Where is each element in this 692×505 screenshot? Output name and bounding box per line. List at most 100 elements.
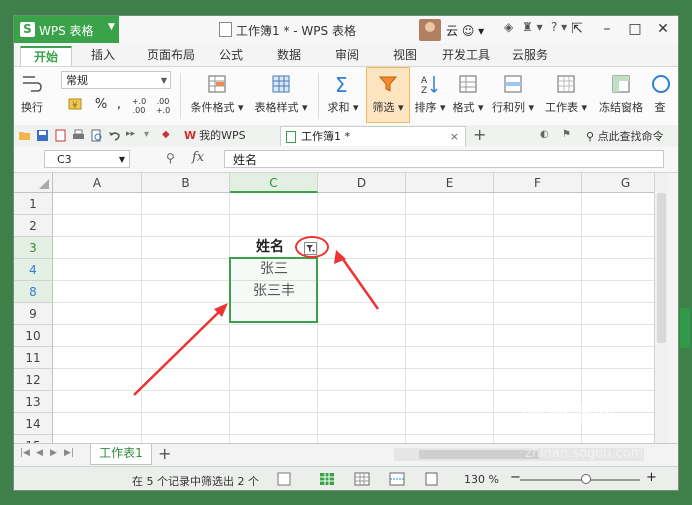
- tab-insert[interactable]: 插入: [78, 46, 128, 66]
- close-button[interactable]: ✕: [649, 18, 677, 40]
- zoom-in-button[interactable]: +: [646, 470, 657, 485]
- tab-formulas[interactable]: 公式: [206, 46, 256, 66]
- record-icon[interactable]: [276, 472, 292, 486]
- user-name[interactable]: 云 ☺ ▾: [446, 22, 484, 39]
- watermark: 搜狗指南: [520, 401, 616, 429]
- command-search[interactable]: ⚲ 点此查找命令: [586, 128, 664, 144]
- sum-label: 求和: [327, 101, 350, 114]
- shirt-icon[interactable]: ♜ ▾: [522, 20, 543, 34]
- tab-cloud[interactable]: 云服务: [502, 46, 558, 66]
- first-sheet-icon[interactable]: |◀: [20, 448, 30, 458]
- freeze-label: 冻结窗格: [599, 101, 643, 114]
- tab-workbook[interactable]: 工作簿1 * ×: [280, 126, 466, 146]
- normal-view-icon[interactable]: [319, 472, 335, 486]
- tab-my-wps[interactable]: W 我的WPS: [184, 127, 246, 145]
- tab-page-layout[interactable]: 页面布局: [136, 46, 206, 66]
- wps-logo-icon: S: [20, 22, 35, 37]
- sheet-doc-icon: [286, 131, 296, 143]
- filter-button[interactable]: 筛选 ▾: [366, 67, 410, 123]
- worksheet-button[interactable]: 工作表 ▾: [542, 73, 590, 115]
- filter-status-text: 在 5 个记录中筛选出 2 个: [132, 475, 259, 488]
- annotation-arrow-right: [338, 254, 380, 310]
- conditional-format-button[interactable]: 条件格式 ▾: [186, 73, 248, 115]
- restore-toolbar-button[interactable]: ⇱: [563, 18, 591, 40]
- prev-sheet-icon[interactable]: ◀: [36, 448, 43, 458]
- maximize-button[interactable]: □: [621, 18, 649, 40]
- formula-input[interactable]: 姓名: [224, 150, 664, 168]
- zoom-search-icon[interactable]: ⚲: [166, 151, 175, 165]
- wps-icon: W: [184, 129, 197, 142]
- page-layout-view-icon[interactable]: [354, 472, 370, 486]
- save-icon[interactable]: [36, 129, 49, 142]
- side-panel-handle[interactable]: [680, 308, 690, 348]
- tab-home[interactable]: 开始: [20, 46, 72, 68]
- horizontal-scroll-thumb[interactable]: [419, 450, 539, 459]
- row-col-icon: [504, 75, 522, 93]
- freeze-panes-button[interactable]: 冻结窗格: [596, 73, 646, 115]
- print-icon[interactable]: [72, 129, 85, 142]
- add-sheet-button[interactable]: +: [158, 444, 171, 463]
- chevron-down-icon: ▼: [108, 22, 115, 32]
- app-menu-button[interactable]: S WPS 表格 ▼: [14, 16, 119, 43]
- ribbon-tabs: 开始 插入 页面布局 公式 数据 审阅 视图 开发工具 云服务: [14, 43, 678, 68]
- row-col-button[interactable]: 行和列 ▾: [490, 73, 536, 115]
- avatar[interactable]: [419, 19, 441, 41]
- annotation-arrow-left: [133, 306, 225, 396]
- decrease-decimal-button[interactable]: .00 +.0: [154, 97, 172, 115]
- number-format-select[interactable]: 常规 ▼: [61, 71, 171, 89]
- skin-icon[interactable]: ◈: [504, 20, 513, 34]
- tab-view[interactable]: 视图: [380, 46, 430, 66]
- sum-button[interactable]: Σ 求和 ▾: [324, 73, 362, 115]
- print-preview-icon[interactable]: [90, 129, 103, 142]
- close-tab-icon[interactable]: ×: [450, 127, 459, 146]
- worksheet-label: 工作表: [544, 101, 578, 114]
- page-break-view-icon[interactable]: [389, 472, 405, 486]
- tab-data[interactable]: 数据: [264, 46, 314, 66]
- quick-access-bar: ▸▸ ▾ ◆ W 我的WPS 工作簿1 * × + ◐ ⚑ ⚲ 点此查找命令: [14, 125, 678, 148]
- wrap-icon: [23, 76, 42, 92]
- reading-mode-icon[interactable]: [424, 472, 440, 486]
- app-name: WPS 表格: [39, 24, 94, 38]
- tab-developer[interactable]: 开发工具: [434, 46, 498, 66]
- more-icon[interactable]: ▾: [144, 129, 157, 142]
- find-label: 查: [654, 101, 666, 114]
- find-button[interactable]: 查: [650, 73, 670, 115]
- table-style-button[interactable]: 表格样式 ▾: [250, 73, 312, 115]
- flag-icon[interactable]: ⚑: [562, 129, 575, 142]
- pin-icon[interactable]: ◆: [162, 129, 175, 142]
- name-box[interactable]: C3 ▼: [44, 150, 130, 168]
- vertical-scroll-thumb[interactable]: [657, 193, 666, 343]
- undo-icon[interactable]: [108, 129, 121, 142]
- drive-icon[interactable]: ◐: [540, 129, 553, 142]
- export-pdf-icon[interactable]: [54, 129, 67, 142]
- zoom-level[interactable]: 130 %: [464, 473, 499, 486]
- ribbon: 换行 常规 ▼ ¥ % , +.0 .00 .00 +.0 条件格式 ▾ 表格样式…: [14, 66, 678, 126]
- sort-button[interactable]: AZ 排序 ▾: [412, 73, 448, 115]
- format-button[interactable]: 格式 ▾: [450, 73, 486, 115]
- svg-text:Σ: Σ: [335, 73, 348, 95]
- open-folder-icon[interactable]: [18, 129, 31, 142]
- chevron-right-icon[interactable]: ▸▸: [126, 129, 139, 142]
- new-tab-button[interactable]: +: [473, 125, 486, 144]
- next-sheet-icon[interactable]: ▶: [50, 448, 57, 458]
- sheet-tab-1[interactable]: 工作表1: [90, 444, 152, 465]
- thousands-button[interactable]: ,: [114, 97, 124, 112]
- tab-my-wps-label: 我的WPS: [199, 129, 246, 142]
- currency-button[interactable]: ¥: [64, 97, 88, 114]
- freeze-icon: [612, 75, 630, 93]
- tab-review[interactable]: 审阅: [322, 46, 372, 66]
- increase-decimal-button[interactable]: +.0 .00: [130, 97, 148, 115]
- percent-button[interactable]: %: [94, 97, 108, 112]
- zoom-slider[interactable]: [520, 479, 640, 481]
- zoom-out-button[interactable]: −: [510, 470, 521, 485]
- zoom-slider-knob[interactable]: [581, 474, 591, 484]
- watermark-url: zhinan.sogou.com: [525, 446, 644, 461]
- user-name-text: 云: [446, 24, 459, 38]
- conditional-format-icon: [208, 75, 226, 93]
- wrap-text-button[interactable]: 换行: [14, 73, 50, 115]
- last-sheet-icon[interactable]: ▶|: [64, 448, 74, 458]
- vertical-scrollbar[interactable]: [654, 173, 668, 443]
- minimize-button[interactable]: –: [593, 18, 621, 40]
- status-bar: 在 5 个记录中筛选出 2 个 130 % − +: [14, 466, 678, 490]
- fx-button[interactable]: fx: [192, 150, 204, 165]
